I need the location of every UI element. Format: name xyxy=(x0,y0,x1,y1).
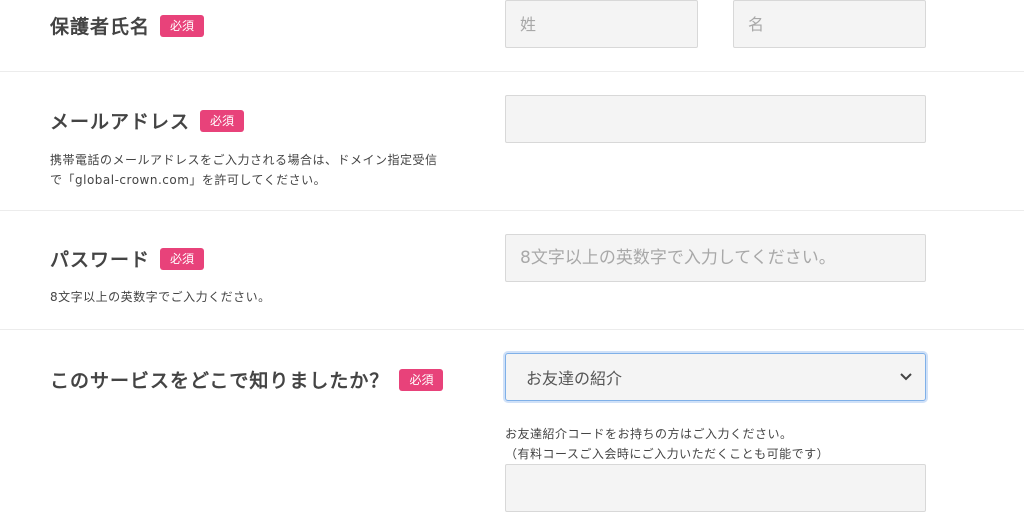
registration-form: 保護者氏名 必須 メールアドレス 必須 携帯電話のメールアドレスをご入力される場… xyxy=(0,0,1024,528)
email-label-row: メールアドレス 必須 xyxy=(50,107,245,134)
email-label: メールアドレス xyxy=(50,111,191,133)
password-input[interactable] xyxy=(505,234,926,282)
email-note-line-1: 携帯電話のメールアドレスをご入力される場合は、ドメイン指定受信 xyxy=(50,153,438,167)
required-badge: 必須 xyxy=(399,368,444,391)
required-badge: 必須 xyxy=(200,109,245,132)
referral-label-row: このサービスをどこで知りましたか？ 必須 xyxy=(50,366,444,393)
row-divider xyxy=(0,71,1024,72)
referral-code-note-line-2: （有料コースご入会時にご入力いただくことも可能です） xyxy=(505,447,830,461)
referral-source-selected: お友達の紹介 xyxy=(526,369,623,388)
referral-source-select[interactable]: お友達の紹介 xyxy=(505,353,926,401)
password-note: 8文字以上の英数字でご入力ください。 xyxy=(50,290,271,304)
guardian-name-label: 保護者氏名 xyxy=(50,16,151,38)
required-badge: 必須 xyxy=(160,247,205,270)
email-input[interactable] xyxy=(505,95,926,143)
guardian-name-label-row: 保護者氏名 必須 xyxy=(50,12,205,39)
referral-code-input[interactable] xyxy=(505,464,926,512)
chevron-down-icon xyxy=(899,370,913,384)
row-divider xyxy=(0,329,1024,330)
referral-source-label: このサービスをどこで知りましたか？ xyxy=(50,370,390,392)
email-note: 携帯電話のメールアドレスをご入力される場合は、ドメイン指定受信 で「global… xyxy=(50,150,438,190)
password-label-row: パスワード 必須 xyxy=(50,245,205,272)
referral-code-note-line-1: お友達紹介コードをお持ちの方はご入力ください。 xyxy=(505,427,793,441)
password-label: パスワード xyxy=(50,249,151,271)
first-name-input[interactable] xyxy=(733,0,926,48)
last-name-input[interactable] xyxy=(505,0,698,48)
referral-code-note: お友達紹介コードをお持ちの方はご入力ください。 （有料コースご入会時にご入力いた… xyxy=(505,424,829,464)
email-note-line-2: で「global-crown.com」を許可してください。 xyxy=(50,173,327,187)
row-divider xyxy=(0,210,1024,211)
required-badge: 必須 xyxy=(160,14,205,37)
